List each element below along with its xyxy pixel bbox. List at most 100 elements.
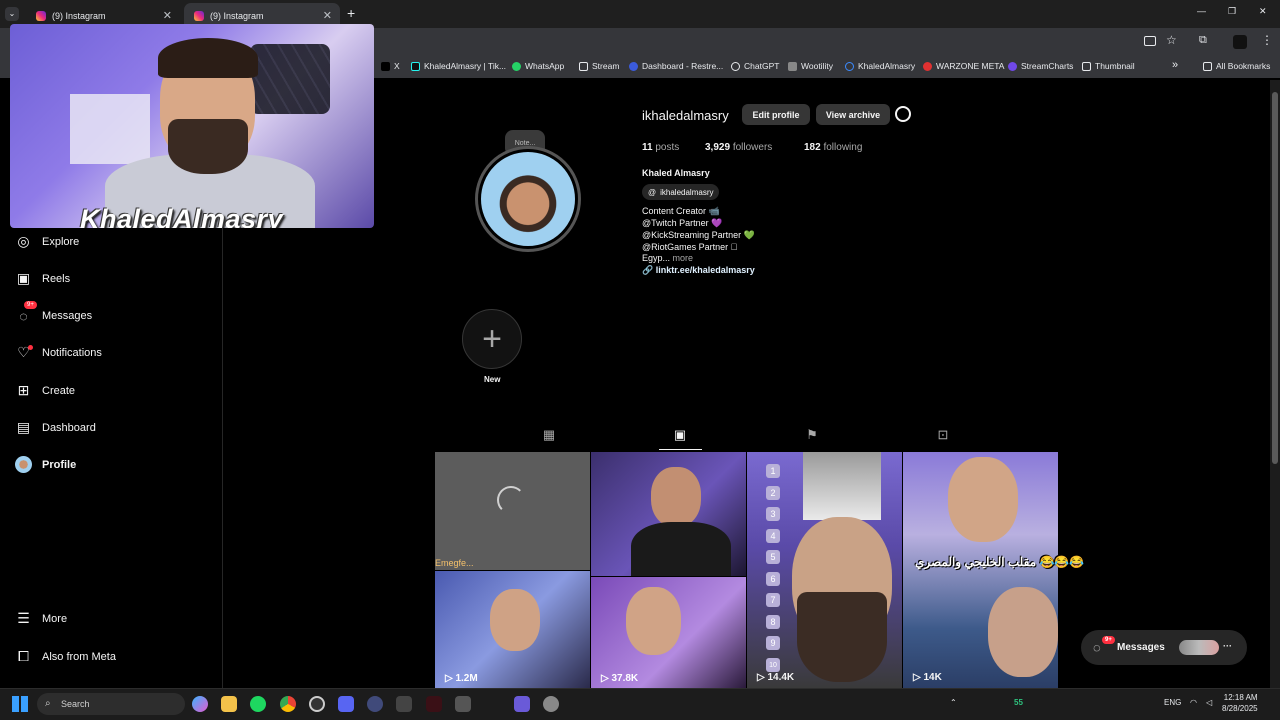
reel-tile[interactable] [591,452,746,576]
install-app-icon[interactable] [1144,36,1156,46]
reel-tile[interactable]: ▷ 37.8K [591,577,746,688]
folder-icon [579,61,588,71]
bookmark-thumbnail[interactable]: Thumbnail [1082,61,1135,71]
bookmark-x[interactable]: X [381,61,400,71]
settings-gear-icon[interactable] [895,106,911,122]
webcam-shelf [70,94,150,164]
bookmark-warzone[interactable]: WARZONE META [923,61,1004,71]
chrome-icon[interactable] [280,696,296,712]
tab-title: (9) Instagram [210,10,264,21]
reel-tile[interactable] [903,452,1058,688]
bookmark-whatsapp[interactable]: WhatsApp [512,61,564,71]
rank-number: 6 [766,572,780,586]
play-icon: ▷ [757,672,768,683]
more-dots-icon: ··· [1223,641,1232,651]
sidebar-item-explore[interactable]: ◎ Explore [15,233,79,250]
tab-close-icon[interactable]: ✕ [323,9,332,22]
bookmark-wootility[interactable]: Wootility [788,61,833,71]
taskbar-search[interactable]: ⌕ Search [37,693,185,715]
followers-stat[interactable]: 3,929 followers [705,142,772,153]
rank-number: 8 [766,615,780,629]
tab-reels-icon[interactable]: ▣ [672,427,688,443]
restore-button[interactable]: ❐ [1228,6,1236,17]
meta-logo-icon [845,61,854,71]
rank-number: 10 [766,658,780,672]
obs-icon[interactable] [309,696,325,712]
sidebar-item-also-from-meta[interactable]: ⧠ Also from Meta [15,648,116,665]
edit-profile-button[interactable]: Edit profile [742,104,810,125]
bookmark-restream[interactable]: Dashboard - Restre... [629,61,723,71]
streamer-name: KhaledAlmasry [80,204,284,228]
windows-start-icon[interactable] [12,696,28,712]
minimize-button[interactable]: — [1197,6,1206,16]
reel-views: ▷ 1.2M [445,673,478,684]
new-tab-button[interactable]: + [347,5,355,21]
sidebar-item-dashboard[interactable]: ▤ Dashboard [15,419,96,436]
sidebar-item-create[interactable]: ⊞ Create [15,382,75,399]
bookmark-stream[interactable]: Stream [579,61,619,71]
valorant-icon[interactable] [426,696,442,712]
bookmark-chatgpt[interactable]: ChatGPT [731,61,779,71]
bookmark-streamcharts[interactable]: StreamCharts [1008,61,1073,71]
sidebar-item-more[interactable]: ☰ More [15,610,67,627]
speaker-icon[interactable]: ◁ [1206,698,1212,707]
whatsapp-logo-icon [512,61,521,71]
copilot-icon[interactable] [192,696,208,712]
bio-truncated: Egyp... more [642,253,694,263]
sidebar-item-notifications[interactable]: ♡ Notifications [15,344,102,361]
taskbar-clock[interactable]: 12:18 AM 8/28/2025 [1222,692,1258,714]
restream-logo-icon [629,61,638,71]
new-highlight-label: New [484,375,501,384]
scrollbar-thumb[interactable] [1272,92,1278,464]
discord-icon[interactable] [338,696,354,712]
sidebar-item-reels[interactable]: ▣ Reels [15,270,70,287]
tab-close-icon[interactable]: ✕ [163,9,172,22]
tray-language[interactable]: ENG [1164,698,1181,707]
bio-more-link[interactable]: more [673,253,694,263]
extensions-icon[interactable]: ⧉ [1199,34,1207,47]
gamepad-icon[interactable] [514,696,530,712]
chatgpt-logo-icon [731,61,740,71]
sidebar-item-messages[interactable]: ◌ Messages 9+ [15,301,92,324]
tray-overflow-icon[interactable]: ⌃ [950,698,957,707]
profile-extension-icon[interactable] [1233,35,1247,49]
bookmark-meta[interactable]: KhaledAlmasry [845,61,915,71]
messenger-icon: ◌ [1093,640,1101,655]
wifi-icon[interactable]: ◠ [1190,698,1197,707]
tab-saved-icon[interactable]: ⚑ [804,427,820,443]
reel-thumbnail-body [631,522,731,576]
following-stat[interactable]: 182 following [804,142,862,153]
view-archive-button[interactable]: View archive [816,104,890,125]
reel-tile[interactable]: ▷ 1.2M [435,571,590,688]
tiktok-logo-icon [411,61,420,71]
rank-number: 3 [766,507,780,521]
wootility-logo-icon [788,61,797,71]
profile-link[interactable]: 🔗 linktr.ee/khaledalmasry [642,265,755,276]
rank-number: 7 [766,593,780,607]
all-bookmarks-button[interactable]: All Bookmarks [1203,61,1270,71]
threads-handle-chip[interactable]: @ ikhaledalmasry [642,184,720,200]
keyboard-app-icon[interactable] [396,696,412,712]
menu-kebab-icon[interactable]: ⋮ [1261,33,1273,47]
profile-avatar[interactable] [475,146,581,252]
tab-tagged-icon[interactable]: ⊡ [935,427,951,443]
steam-like-icon[interactable] [543,696,559,712]
file-explorer-icon[interactable] [221,696,237,712]
controller-app-icon[interactable] [455,696,471,712]
profile-username: ikhaledalmasry [642,108,729,123]
reel-thumbnail-person [651,467,701,527]
new-highlight-button[interactable]: + [462,309,522,369]
tab-search-icon[interactable]: ⌄ [5,7,19,21]
bookmark-star-icon[interactable]: ☆ [1166,33,1177,47]
tab-posts-grid-icon[interactable]: ▦ [541,427,557,443]
rank-number: 5 [766,550,780,564]
close-window-button[interactable]: ✕ [1259,6,1267,17]
spotify-icon[interactable] [250,696,266,712]
bookmark-tiktok[interactable]: KhaledAlmasry | Tik... [411,61,506,71]
messages-pill[interactable]: ◌ 9+ Messages ··· [1081,630,1247,665]
reel-thumbnail-face-2 [988,587,1058,677]
bookmarks-overflow-button[interactable]: » [1172,59,1178,71]
app-icon[interactable] [367,696,383,712]
threads-icon: @ [648,187,657,197]
sidebar-item-profile[interactable]: Profile [15,456,76,473]
